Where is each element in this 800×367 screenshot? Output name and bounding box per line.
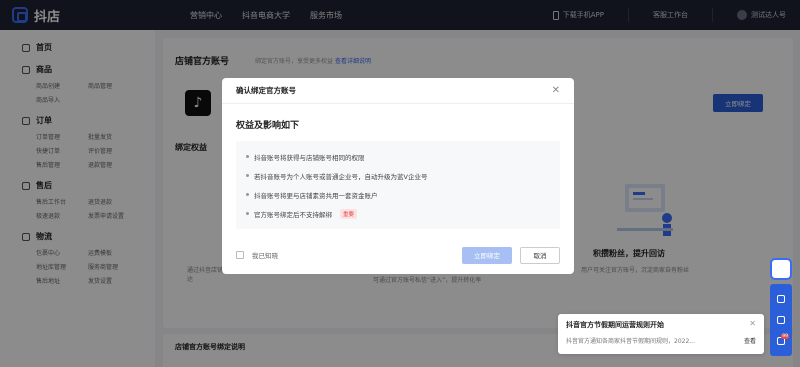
floating-dock: 99 [770,258,792,356]
acknowledge-checkbox[interactable] [236,251,244,259]
notification-count-badge: 99 [781,334,789,340]
bullet-icon [246,155,249,158]
bullet-icon [246,212,249,215]
dialog-body: 权益及影响如下 抖音账号将获得与店铺账号相同的权限 若抖音账号为个人账号或普通企… [222,104,574,229]
list-item-text: 官方账号绑定后不支持解绑 [254,210,332,219]
announcement-popup[interactable]: 抖音官方节假期间运营规则开始 抖音官方通知各商家抖音节假期间规则，2022...… [558,314,764,354]
confirm-bind-dialog: 确认绑定官方账号 ✕ 权益及影响如下 抖音账号将获得与店铺账号相同的权限 若抖音… [222,78,574,274]
list-item-text: 若抖音账号为个人账号或普通企业号，自动升级为蓝V企业号 [254,172,428,181]
cancel-button[interactable]: 取消 [520,246,560,264]
message-icon[interactable] [777,294,785,303]
bullet-icon [246,174,249,177]
dialog-header: 确认绑定官方账号 ✕ [222,78,574,104]
dialog-footer: 我已知晓 立即绑定 取消 [222,236,574,274]
announcement-title: 抖音官方节假期间运营规则开始 [566,321,664,329]
feedback-icon[interactable] [777,315,785,324]
view-more-link[interactable]: 查看 [744,336,756,345]
assistant-logo-icon[interactable] [770,258,792,280]
benefits-heading: 权益及影响如下 [236,121,300,131]
notification-icon[interactable]: 99 [777,334,789,346]
bullet-icon [246,193,249,196]
list-item: 官方账号绑定后不支持解绑 重要 [246,204,550,223]
important-badge: 重要 [340,208,358,219]
acknowledge-label[interactable]: 我已知晓 [252,250,278,260]
announcement-desc: 抖音官方通知各商家抖音节假期间规则，2022... [566,338,695,345]
benefits-list: 抖音账号将获得与店铺账号相同的权限 若抖音账号为个人账号或普通企业号，自动升级为… [236,141,560,229]
list-item: 抖音账号将更与店铺素资共用一套资金账户 [246,185,550,204]
dock-panel: 99 [770,284,792,356]
dialog-title: 确认绑定官方账号 [236,86,296,95]
close-icon[interactable]: ✕ [552,85,560,96]
list-item: 抖音账号将获得与店铺账号相同的权限 [246,147,550,166]
list-item-text: 抖音账号将获得与店铺账号相同的权限 [254,153,365,162]
list-item-text: 抖音账号将更与店铺素资共用一套资金账户 [254,191,378,200]
list-item: 若抖音账号为个人账号或普通企业号，自动升级为蓝V企业号 [246,166,550,185]
confirm-bind-button[interactable]: 立即绑定 [462,246,512,264]
close-icon[interactable]: ✕ [749,319,756,328]
